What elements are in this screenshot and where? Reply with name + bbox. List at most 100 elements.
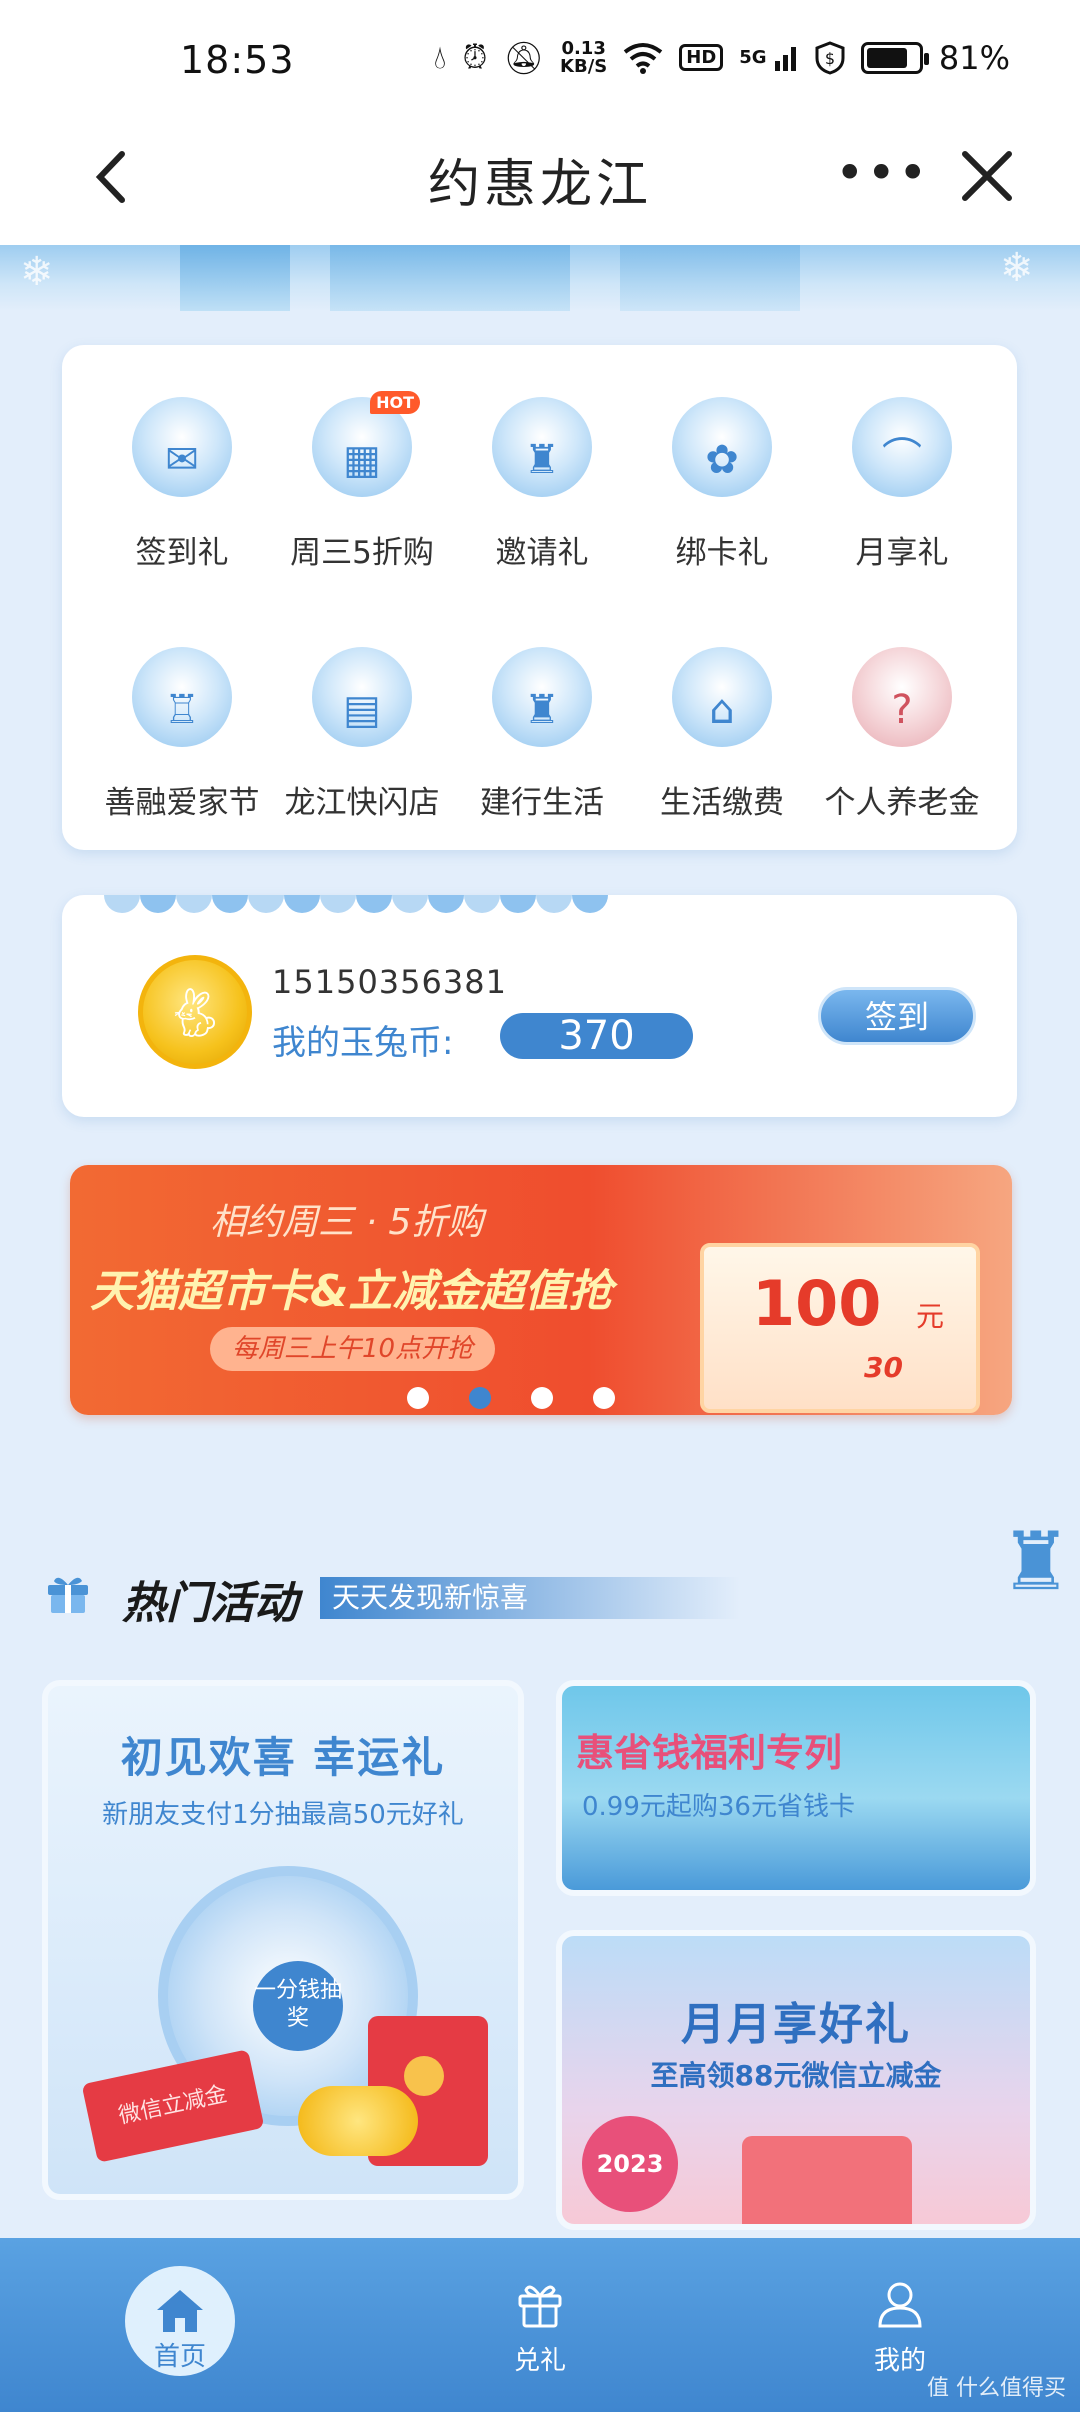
tower-deco-icon: ♜ [1000, 1515, 1072, 1608]
scallop [428, 895, 464, 913]
tile-title: 月月享好礼 [681, 1999, 911, 2050]
icon-glyph: ✿ [705, 437, 739, 483]
grid-item-label: 龙江快闪店 [284, 785, 440, 821]
bind-card-gift-icon: ✿ [672, 397, 772, 497]
icon-glyph: ✉ [165, 437, 199, 483]
header-banner: ❄ ❄ [0, 245, 1080, 311]
tab-redeem-label: 兑礼 [513, 2346, 566, 2376]
snowflake-icon: ❄ [1000, 245, 1034, 291]
scallop [356, 895, 392, 913]
scallop [176, 895, 212, 913]
watermark: 值 什么值得买 [927, 2376, 1066, 2401]
tab-home[interactable]: 首页 [80, 2238, 280, 2412]
grid-item-label: 绑卡礼 [675, 535, 769, 571]
icon-glyph: ⌂ [709, 687, 735, 733]
scallop [536, 895, 572, 913]
battery-percent: 81% [938, 38, 1010, 77]
carousel-dot[interactable] [531, 1387, 553, 1409]
section-title: 热门活动 [122, 1578, 298, 1629]
hd-badge: HD [679, 44, 724, 71]
wifi-icon [624, 42, 663, 74]
status-bar: 18:53 💧︎ ⏰︎ 🔕︎ 0.13 KB/S HD 5G $ 81% [0, 0, 1080, 120]
promo-time-pill: 每周三上午10点开抢 [210, 1327, 496, 1371]
mute-icon: 🔕︎ [503, 38, 545, 77]
nav-bar: 约惠龙江 ••• [0, 120, 1080, 245]
tab-redeem[interactable]: 兑礼 [440, 2238, 640, 2412]
ccb-life-icon: ♜ [492, 647, 592, 747]
icon-glyph: ♖ [164, 687, 200, 733]
grid-item-label: 邀请礼 [495, 535, 589, 571]
tile-subtitle: 0.99元起购36元省钱卡 [582, 1792, 855, 1822]
coins-stack-icon [298, 2086, 418, 2156]
promo-banner[interactable]: 相约周三 · 5折购 天猫超市卡&立减金超值抢 每周三上午10点开抢 100 元… [70, 1165, 1012, 1415]
scallop [320, 895, 356, 913]
icon-glyph: ♜ [524, 437, 560, 483]
popup-store-icon: ▤ [312, 647, 412, 747]
promo-small-amount: 30 [864, 1351, 903, 1384]
grid-item-6[interactable]: ▤ 龙江快闪店 [272, 647, 452, 847]
activity-tile-savings-train[interactable]: 惠省钱福利专列 0.99元起购36元省钱卡 [556, 1680, 1036, 1896]
gift-box-tab-icon [518, 2285, 562, 2328]
coin-card: 🐇︎ 15150356381 我的玉兔币: 370 签到 [62, 895, 1017, 1117]
shield-dollar-icon: $ [815, 40, 845, 75]
status-time: 18:53 [180, 38, 295, 82]
hot-badge: HOT [370, 391, 420, 414]
close-icon[interactable] [955, 144, 1019, 208]
grid-item-label: 个人养老金 [824, 785, 980, 821]
battery-icon [860, 41, 929, 74]
grid-item-2[interactable]: ♜ 邀请礼 [452, 397, 632, 597]
scallop [392, 895, 428, 913]
ice-building-deco [620, 245, 800, 311]
grid-item-label: 签到礼 [135, 535, 229, 571]
snowflake-icon: ❄ [20, 249, 54, 295]
coin-balance-value: 370 [500, 1013, 693, 1059]
icon-glyph: ▤ [343, 687, 381, 733]
scallop [212, 895, 248, 913]
net-speed: 0.13 KB/S [560, 37, 608, 77]
grid-item-7[interactable]: ♜ 建行生活 [452, 647, 632, 847]
home-festival-icon: ♖ [132, 647, 232, 747]
grid-item-4[interactable]: ⌒ 月享礼 [812, 397, 992, 597]
scallop-deco [104, 895, 608, 913]
alarm-icon: ⏰︎ [462, 38, 488, 76]
status-icons: 💧︎ ⏰︎ 🔕︎ 0.13 KB/S HD 5G $ 81% [434, 38, 1010, 77]
activity-tile-lucky-gift[interactable]: 初见欢喜 幸运礼 新朋友支付1分抽最高50元好礼 一分钱抽奖 微信立减金 [42, 1680, 524, 2200]
user-icon [878, 2282, 922, 2328]
grid-item-label: 月享礼 [855, 535, 949, 571]
signal-icon: 5G [739, 45, 799, 71]
more-options-icon[interactable]: ••• [835, 144, 929, 202]
tile-subtitle: 至高领88元微信立减金 [650, 2059, 942, 2092]
icon-glyph: ⌒ [882, 435, 922, 481]
scallop [464, 895, 500, 913]
carousel-dot[interactable] [407, 1387, 429, 1409]
feature-grid: ✉ 签到礼 ▦ HOT 周三5折购 ♜ 邀请礼 ✿ 绑卡礼 ⌒ 月享礼 ♖ 善融爱家节 ▤ 龙江快闪店 ♜ 建行… [62, 345, 1017, 850]
monthly-gift-icon: ⌒ [852, 397, 952, 497]
ice-building-deco [180, 245, 290, 311]
grid-item-1[interactable]: ▦ HOT 周三5折购 [272, 391, 452, 597]
grid-item-label: 善融爱家节 [104, 785, 260, 821]
ice-building-deco [330, 245, 570, 311]
carousel-dot[interactable] [593, 1387, 615, 1409]
grid-item-label: 周三5折购 [290, 535, 434, 571]
scallop [140, 895, 176, 913]
grid-item-0[interactable]: ✉ 签到礼 [92, 397, 272, 597]
grid-item-9[interactable]: ? 个人养老金 [812, 647, 992, 847]
carousel-dot[interactable] [469, 1387, 491, 1409]
scallop [500, 895, 536, 913]
scallop [248, 895, 284, 913]
section-tagline: 天天发现新惊喜 [320, 1577, 740, 1619]
activity-tile-monthly-gift[interactable]: 月月享好礼 至高领88元微信立减金 2023 [556, 1930, 1036, 2230]
grid-item-8[interactable]: ⌂ 生活缴费 [632, 647, 812, 847]
invite-gift-icon: ♜ [492, 397, 592, 497]
sign-in-button[interactable]: 签到 [818, 987, 976, 1045]
rabbit-coin-icon: 🐇︎ [138, 955, 252, 1069]
bottom-tab-bar: 首页 兑礼 我的 值 什么值得买 [0, 2238, 1080, 2412]
scallop [284, 895, 320, 913]
grid-item-5[interactable]: ♖ 善融爱家节 [92, 647, 272, 847]
pension-icon: ? [852, 647, 952, 747]
tile-subtitle: 新朋友支付1分抽最高50元好礼 [102, 1800, 464, 1830]
icon-glyph: ? [891, 687, 913, 733]
carousel-dots [70, 1387, 1012, 1409]
grid-item-3[interactable]: ✿ 绑卡礼 [632, 397, 812, 597]
tab-home-label: 首页 [153, 2342, 206, 2372]
